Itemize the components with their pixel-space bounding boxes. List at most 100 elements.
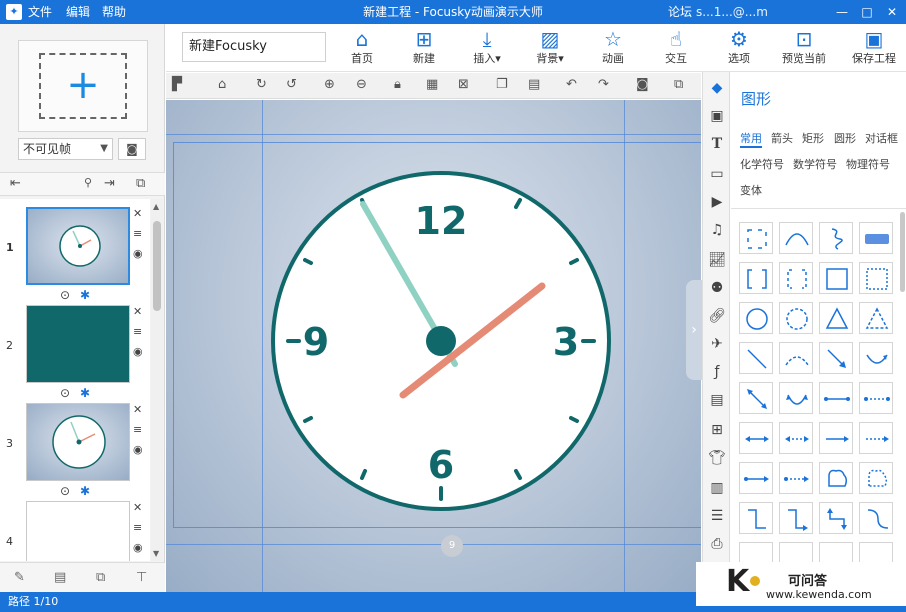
delete-frame-icon[interactable]: ✕ (133, 305, 142, 318)
close-button[interactable]: ✕ (880, 0, 904, 24)
shape-rounded-bar[interactable] (859, 222, 893, 254)
video-icon[interactable]: ▶ (703, 194, 731, 210)
zoom-icon[interactable]: ⚲ (84, 176, 92, 189)
menu-edit[interactable]: 编辑 (66, 0, 90, 24)
scrollbar-thumb[interactable] (153, 221, 161, 311)
menu-help[interactable]: 帮助 (102, 0, 126, 24)
shape-s-curve[interactable] (859, 502, 893, 534)
shape-dashed-rect[interactable] (739, 222, 773, 254)
shape-dashed-arrow-right[interactable] (859, 422, 893, 454)
image-icon[interactable]: ▣ (703, 108, 731, 124)
shape-curve-partial[interactable] (739, 542, 773, 562)
scroll-down-icon[interactable]: ▼ (153, 549, 159, 558)
frame-list-scrollbar[interactable]: ▲ ▼ (151, 199, 163, 561)
shape-round-arrows[interactable] (779, 382, 813, 414)
editing-canvas[interactable]: 12 3 6 9 9 (166, 100, 701, 592)
shape-dotted-rectangle[interactable] (859, 262, 893, 294)
scroll-up-icon[interactable]: ▲ (153, 202, 159, 211)
shirt-icon[interactable]: 👕︎ (703, 450, 731, 466)
link-icon[interactable]: 🔗︎ (703, 308, 731, 324)
people-icon[interactable]: ⚉ (703, 280, 731, 296)
category-arrows[interactable]: 箭头 (771, 130, 793, 146)
camera-button[interactable]: ◙ (118, 138, 146, 160)
undo-icon[interactable]: ↶ (566, 77, 577, 92)
screenshot-icon[interactable]: ◙ (636, 77, 649, 92)
category-dialogs[interactable]: 对话框 (865, 130, 898, 146)
chart-icon[interactable]: 📈︎ (703, 252, 731, 268)
category-variants[interactable]: 变体 (740, 182, 762, 198)
shape-double-arrow[interactable] (739, 382, 773, 414)
shape-elbow-arrow[interactable] (779, 502, 813, 534)
category-math[interactable]: 数学符号 (793, 156, 837, 172)
frame-menu-icon[interactable]: ≡ (133, 325, 142, 338)
forum-link[interactable]: 论坛 (668, 0, 692, 24)
play-icon[interactable]: ⊙ (60, 288, 70, 302)
shape-arrow-partial[interactable] (779, 542, 813, 562)
shape-bracket-partial[interactable] (819, 542, 853, 562)
rotate-left-icon[interactable]: ↺ (286, 77, 297, 92)
shape-arrow-line[interactable] (819, 342, 853, 374)
page-badge[interactable]: 9 (441, 535, 463, 557)
frame-type-select[interactable]: 不可见帧 ▼ (18, 138, 113, 160)
layer-icon[interactable]: ▤ (703, 392, 731, 408)
frame-menu-icon[interactable]: ≡ (133, 521, 142, 534)
menu-file[interactable]: 文件 (28, 0, 52, 24)
frame-align-icon[interactable]: ⊤ (136, 570, 147, 585)
shape-rectangle[interactable] (819, 262, 853, 294)
shapes-icon[interactable]: ◆ (703, 80, 731, 96)
shape-dashed-connector-arrow[interactable] (779, 462, 813, 494)
eye-icon[interactable]: ◉ (133, 247, 143, 260)
delete-frame-icon[interactable]: ✕ (133, 207, 142, 220)
delete-frame-icon[interactable]: ✕ (133, 403, 142, 416)
shape-blob[interactable] (819, 462, 853, 494)
zoom-out-icon[interactable]: ⊖ (356, 77, 367, 92)
shape-connector-arrow[interactable] (739, 462, 773, 494)
home-button[interactable]: ⌂ 首页 (337, 26, 387, 70)
rotate-right-icon[interactable]: ↻ (256, 77, 267, 92)
category-common[interactable]: 常用 (740, 130, 762, 148)
plane-icon[interactable]: ✈ (703, 336, 731, 352)
play-icon[interactable]: ⊙ (60, 484, 70, 498)
shape-arrow-right[interactable] (819, 422, 853, 454)
category-chemistry[interactable]: 化学符号 (740, 156, 784, 172)
gear-icon[interactable]: ✱ (80, 386, 90, 400)
frame-menu-icon[interactable]: ≡ (133, 227, 142, 240)
category-rectangles[interactable]: 矩形 (802, 130, 824, 146)
sync-frame-icon[interactable]: ⧉ (136, 176, 145, 191)
add-frame-button[interactable]: + (18, 40, 148, 132)
insert-button[interactable]: ⤓ 插入▾ (462, 26, 512, 70)
shape-dashed-circle[interactable] (779, 302, 813, 334)
shape-brackets[interactable] (739, 262, 773, 294)
maximize-button[interactable]: □ (855, 0, 879, 24)
gallery-icon[interactable]: ⊞ (703, 422, 731, 438)
media-box-icon[interactable]: ▭ (703, 166, 731, 182)
shape-dashed-blob[interactable] (859, 462, 893, 494)
paste-icon[interactable]: ▤ (528, 77, 540, 92)
play-icon[interactable]: ⊙ (60, 386, 70, 400)
new-button[interactable]: ⊞ 新建 (399, 26, 449, 70)
shape-dotted-line[interactable] (859, 382, 893, 414)
delete-frame-icon[interactable]: ✕ (133, 501, 142, 514)
background-button[interactable]: ▨ 背景▾ (525, 26, 575, 70)
last-frame-icon[interactable]: ⇥ (104, 176, 115, 191)
collapse-panel-icon[interactable]: › (686, 280, 702, 380)
gear-icon[interactable]: ✱ (80, 484, 90, 498)
category-circles[interactable]: 圆形 (834, 130, 856, 146)
printer-icon[interactable]: ⎙ (703, 536, 731, 552)
shape-curved-arrow[interactable] (859, 342, 893, 374)
clock-graphic[interactable]: 12 3 6 9 (166, 100, 701, 592)
shape-dashed-triangle[interactable] (859, 302, 893, 334)
music-icon[interactable]: ♫ (703, 222, 731, 238)
eye-icon[interactable]: ◉ (133, 443, 143, 456)
snap-icon[interactable]: ⊠ (458, 77, 469, 92)
copy-icon[interactable]: ❐ (496, 77, 508, 92)
shape-dashed-arc[interactable] (779, 342, 813, 374)
flash-icon[interactable]: ƒ (703, 364, 731, 380)
lock-icon[interactable]: 🔒︎ (394, 77, 401, 92)
save-button[interactable]: ▣ 保存工程 (846, 26, 902, 70)
shape-dot-line[interactable] (819, 382, 853, 414)
shape-circle[interactable] (739, 302, 773, 334)
window-icon[interactable]: ⧉ (674, 77, 683, 92)
shape-elbow-connector[interactable] (739, 502, 773, 534)
shape-elbow-double-arrow[interactable] (819, 502, 853, 534)
